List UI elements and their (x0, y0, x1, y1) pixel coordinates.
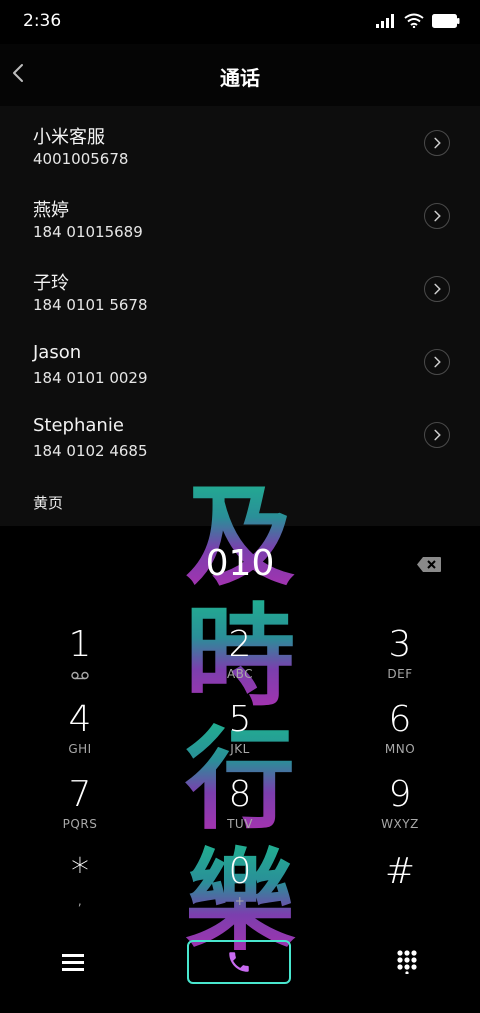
wifi-icon (404, 13, 424, 28)
key-9[interactable]: 9 WXYZ (340, 775, 460, 845)
key-8[interactable]: 8 TUV (180, 775, 300, 845)
key-digit: 8 (228, 774, 252, 815)
battery-icon (432, 13, 460, 28)
contact-number: 184 0101 0029 (33, 369, 148, 387)
key-letters: , (77, 894, 83, 908)
chevron-right-icon[interactable] (424, 203, 450, 229)
key-digit: 9 (388, 774, 412, 815)
chevron-right-icon[interactable] (424, 130, 450, 156)
key-digit: * (71, 851, 89, 892)
status-time: 2:36 (23, 11, 62, 31)
key-digit: 4 (68, 699, 92, 740)
keypad-icon[interactable] (396, 950, 418, 974)
status-icons (376, 13, 460, 28)
key-letters: GHI (68, 742, 92, 756)
key-digit: 7 (68, 774, 92, 815)
key-3[interactable]: 3 DEF (340, 625, 460, 695)
contact-row[interactable]: 燕婷 184 01015689 (0, 182, 480, 254)
backspace-icon[interactable] (416, 556, 442, 573)
key-star[interactable]: * , (20, 852, 140, 922)
contact-name: Stephanie (33, 415, 124, 436)
key-letters: PQRS (62, 817, 98, 831)
key-0[interactable]: 0 + (180, 852, 300, 922)
contact-row[interactable]: Stephanie 184 0102 4685 (0, 401, 480, 473)
key-hash[interactable]: # (340, 852, 460, 922)
status-bar: 2:36 (0, 0, 480, 44)
contact-number: 184 0102 4685 (33, 442, 148, 460)
contact-number: 4001005678 (33, 150, 129, 168)
yellow-pages-label[interactable]: 黄页 (33, 492, 63, 513)
chevron-right-icon[interactable] (424, 349, 450, 375)
chevron-right-icon[interactable] (424, 422, 450, 448)
key-letters: MNO (384, 742, 416, 756)
key-6[interactable]: 6 MNO (340, 700, 460, 770)
key-digit: 1 (68, 624, 92, 665)
dialed-number: 010 (205, 543, 275, 584)
call-button[interactable] (187, 940, 291, 984)
contact-row[interactable]: 子玲 184 0101 5678 (0, 255, 480, 327)
bottom-bar (0, 935, 480, 995)
menu-icon[interactable] (62, 952, 84, 972)
key-digit: # (384, 851, 416, 892)
page-title: 通话 (220, 66, 260, 90)
contact-name: 燕婷 (33, 200, 69, 221)
key-letters: + (234, 894, 246, 908)
contact-name: Jason (33, 342, 82, 363)
key-letters: WXYZ (381, 817, 419, 831)
contact-row[interactable]: 小米客服 4001005678 (0, 109, 480, 181)
key-letters: DEF (387, 667, 413, 681)
key-2[interactable]: 2 ABC (180, 625, 300, 695)
key-letters: JKL (230, 742, 250, 756)
key-digit: 2 (228, 624, 252, 665)
key-7[interactable]: 7 PQRS (20, 775, 140, 845)
key-4[interactable]: 4 GHI (20, 700, 140, 770)
key-digit: 6 (388, 699, 412, 740)
signal-icon (376, 13, 394, 28)
contact-name: 子玲 (33, 273, 69, 294)
contact-row[interactable]: Jason 184 0101 0029 (0, 328, 480, 400)
contact-name: 小米客服 (33, 127, 105, 148)
chevron-right-icon[interactable] (424, 276, 450, 302)
key-digit: 3 (388, 624, 412, 665)
key-5[interactable]: 5 JKL (180, 700, 300, 770)
key-digit: 0 (228, 851, 252, 892)
contact-number: 184 01015689 (33, 223, 143, 241)
header: 通话 (0, 44, 480, 106)
contact-number: 184 0101 5678 (33, 296, 148, 314)
key-digit: 5 (228, 699, 252, 740)
phone-icon (229, 952, 249, 972)
key-letters: ABC (226, 667, 254, 681)
key-letters: TUV (227, 817, 253, 831)
voicemail-icon (71, 671, 89, 680)
key-1[interactable]: 1 (20, 625, 140, 695)
